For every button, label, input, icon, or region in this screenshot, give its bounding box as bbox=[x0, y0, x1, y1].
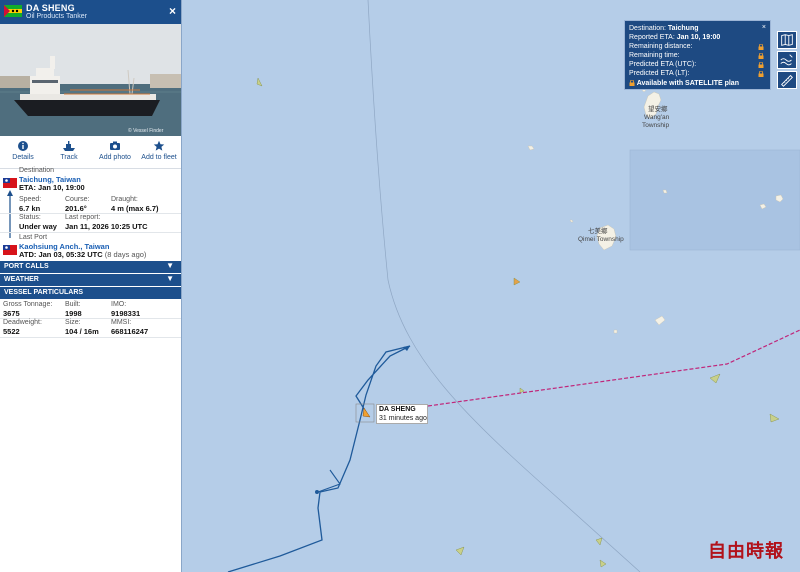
gross-tonnage-value: 3675 bbox=[3, 309, 20, 318]
imo-label: IMO: bbox=[111, 301, 127, 308]
vessel-particulars-section[interactable]: VESSEL PARTICULARS bbox=[0, 287, 181, 299]
weather-waves-icon bbox=[780, 54, 793, 66]
eta-destination-label: Destination: bbox=[629, 25, 666, 32]
place-label-wangan-en: Wang'an bbox=[644, 114, 670, 121]
map-layers-button[interactable] bbox=[777, 31, 797, 49]
measure-button[interactable] bbox=[777, 71, 797, 89]
vessel-photo[interactable]: © Vessel Finder bbox=[0, 24, 182, 136]
port-calls-section[interactable]: PORT CALLS ▼ bbox=[0, 261, 181, 273]
eta-reported-label: Reported ETA: bbox=[629, 34, 675, 41]
eta-destination-value: Taichung bbox=[667, 25, 699, 32]
last-report-label: Last report: bbox=[65, 214, 101, 221]
track-button[interactable]: Track bbox=[46, 140, 92, 161]
atd-ago: (8 days ago) bbox=[104, 250, 147, 259]
vessel-map-label[interactable]: DA SHENG 31 minutes ago bbox=[376, 404, 428, 424]
eta-remaining-distance: Remaining distance: bbox=[629, 43, 693, 50]
lock-icon bbox=[629, 79, 635, 86]
port-calls-title: PORT CALLS bbox=[4, 263, 49, 270]
deadweight-value: 5522 bbox=[3, 327, 20, 336]
status-label: Status: bbox=[19, 214, 41, 221]
lock-icon bbox=[758, 44, 764, 50]
lock-icon bbox=[758, 71, 764, 77]
details-button[interactable]: Details bbox=[0, 140, 46, 161]
weather-title: WEATHER bbox=[4, 276, 39, 283]
course-value: 201.6° bbox=[65, 204, 87, 213]
info-icon bbox=[18, 141, 28, 151]
eta-satellite-row[interactable]: Available with SATELLITE plan bbox=[629, 79, 739, 87]
lock-icon bbox=[758, 62, 764, 68]
eta-remaining-time: Remaining time: bbox=[629, 52, 680, 59]
eta-popup-close-button[interactable]: × bbox=[762, 24, 766, 31]
place-label-township: Township bbox=[642, 122, 670, 129]
vessel-name: DA SHENG bbox=[26, 3, 75, 13]
add-to-fleet-button[interactable]: Add to fleet bbox=[136, 140, 181, 161]
gross-tonnage-label: Gross Tonnage: bbox=[3, 301, 53, 308]
ruler-icon bbox=[781, 74, 793, 87]
ship-track-icon bbox=[63, 141, 75, 151]
imo-value: 9198331 bbox=[111, 309, 141, 318]
atd-row: ATD: Jan 03, 05:32 UTC (8 days ago) bbox=[19, 250, 146, 259]
atd-value: ATD: Jan 03, 05:32 UTC bbox=[19, 250, 103, 259]
star-icon bbox=[153, 140, 165, 151]
eta-value: ETA: Jan 10, 19:00 bbox=[19, 183, 85, 192]
eta-satellite-text: Available with SATELLITE plan bbox=[636, 80, 739, 87]
course-label: Course: bbox=[65, 196, 90, 203]
panel-close-button[interactable]: × bbox=[169, 4, 176, 18]
details-label: Details bbox=[12, 154, 34, 161]
mmsi-label: MMSI: bbox=[111, 319, 132, 326]
camera-icon bbox=[110, 141, 120, 150]
last-report-value: Jan 11, 2026 10:25 UTC bbox=[65, 222, 148, 231]
eta-predicted-lt: Predicted ETA (LT): bbox=[629, 70, 690, 77]
divider bbox=[0, 232, 181, 233]
eta-predicted-utc: Predicted ETA (UTC): bbox=[629, 61, 697, 68]
weather-button[interactable] bbox=[777, 51, 797, 69]
deadweight-label: Deadweight: bbox=[3, 319, 42, 326]
vessel-map-label-name: DA SHENG bbox=[379, 406, 416, 413]
eta-reported-row: Reported ETA: Jan 10, 19:00 bbox=[629, 34, 720, 41]
last-port-label: Last Port bbox=[19, 234, 48, 241]
weather-section[interactable]: WEATHER ▼ bbox=[0, 274, 181, 286]
draught-value: 4 m (max 6.7) bbox=[111, 204, 159, 213]
size-value: 104 / 16m bbox=[65, 327, 99, 336]
mmsi-value: 668116247 bbox=[111, 327, 149, 336]
taiwan-flag-icon bbox=[3, 178, 17, 188]
eta-popup: × Destination: Taichung Reported ETA: Ja… bbox=[624, 20, 771, 90]
flag-icon bbox=[4, 5, 22, 17]
chevron-down-icon: ▼ bbox=[166, 261, 174, 270]
add-photo-label: Add photo bbox=[99, 154, 131, 161]
grid-cell bbox=[629, 149, 800, 251]
speed-value: 6.7 kn bbox=[19, 204, 41, 213]
built-label: Built: bbox=[65, 301, 81, 308]
divider bbox=[0, 337, 181, 338]
place-label-wangan-zh: 望安鄉 bbox=[648, 106, 668, 113]
built-value: 1998 bbox=[65, 309, 82, 318]
taiwan-flag-icon bbox=[3, 245, 17, 255]
panel-header: DA SHENG Oil Products Tanker × bbox=[0, 0, 181, 24]
news-watermark: 自由時報 bbox=[708, 541, 784, 562]
add-photo-button[interactable]: Add photo bbox=[92, 140, 138, 161]
eta-destination-row: Destination: Taichung bbox=[629, 25, 699, 32]
draught-label: Draught: bbox=[111, 196, 138, 203]
add-to-fleet-label: Add to fleet bbox=[141, 154, 177, 161]
action-bar: Details Track Add photo Add to fleet bbox=[0, 138, 181, 169]
voyage-progress-arrow bbox=[7, 190, 13, 238]
size-label: Size: bbox=[65, 319, 81, 326]
vessel-type: Oil Products Tanker bbox=[26, 13, 87, 20]
speed-label: Speed: bbox=[19, 196, 42, 203]
status-value: Under way bbox=[19, 222, 57, 231]
track-label: Track bbox=[60, 154, 78, 161]
lock-icon bbox=[758, 53, 764, 59]
photo-credit: © Vessel Finder bbox=[128, 127, 164, 134]
map-icon bbox=[781, 34, 793, 46]
chevron-down-icon: ▼ bbox=[166, 274, 174, 283]
vessel-info-panel: DA SHENG Oil Products Tanker × © Vessel … bbox=[0, 0, 182, 572]
destination-label: Destination bbox=[19, 167, 55, 174]
place-label-qimei-en: Qimei Township bbox=[578, 236, 624, 243]
place-label-qimei-zh: 七美鄉 bbox=[588, 228, 608, 235]
eta-reported-value: Jan 10, 19:00 bbox=[676, 34, 721, 41]
vessel-particulars-title: VESSEL PARTICULARS bbox=[4, 289, 84, 296]
track-point bbox=[315, 490, 319, 494]
vessel-map-label-time: 31 minutes ago bbox=[379, 415, 427, 422]
